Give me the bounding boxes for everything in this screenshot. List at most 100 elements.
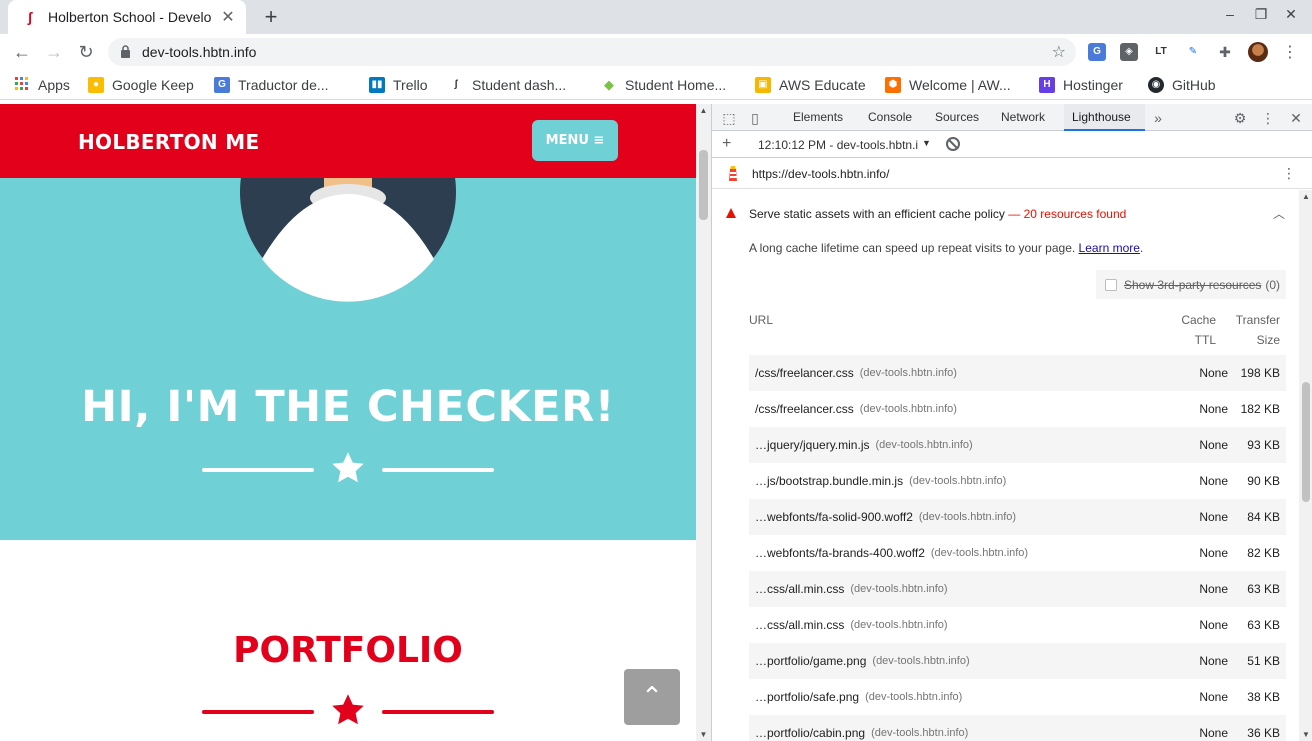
cache-ttl-value: None bbox=[1199, 654, 1228, 668]
resource-url: …webfonts/fa-brands-400.woff2 bbox=[755, 546, 925, 560]
scroll-up-arrow-icon[interactable]: ▲ bbox=[1299, 192, 1312, 201]
devtools-scrollbar[interactable]: ▲ ▼ bbox=[1299, 190, 1312, 741]
back-arrow-icon[interactable]: ← bbox=[10, 40, 34, 64]
chevron-up-icon[interactable]: ︿ bbox=[1273, 205, 1285, 222]
bookmark-translate[interactable]: G Traductor de... bbox=[214, 75, 329, 95]
url-text: dev-tools.hbtn.info bbox=[142, 44, 257, 60]
table-row[interactable]: …css/all.min.css (dev-tools.hbtn.info) Non… bbox=[749, 607, 1286, 643]
lighthouse-url-bar: https://dev-tools.hbtn.info/ ⋮ bbox=[712, 159, 1312, 189]
more-tabs-icon[interactable]: » bbox=[1149, 109, 1167, 127]
resource-url: …jquery/jquery.min.js bbox=[755, 438, 870, 452]
transfer-size-value: 84 KB bbox=[1247, 510, 1280, 524]
bookmark-welcome-aws[interactable]: ⬢ Welcome | AW... bbox=[885, 75, 1011, 95]
hero-title: HI, I'M THE CHECKER! bbox=[81, 382, 615, 432]
third-party-checkbox[interactable] bbox=[1105, 278, 1117, 291]
reload-icon[interactable]: ↻ bbox=[74, 40, 98, 64]
restore-button[interactable]: ❐ bbox=[1251, 6, 1271, 23]
settings-gear-icon[interactable]: ⚙ bbox=[1231, 109, 1249, 127]
translate-extension-icon[interactable]: G bbox=[1088, 43, 1106, 61]
report-menu-icon[interactable]: ⋮ bbox=[1282, 165, 1296, 182]
transfer-size-value: 90 KB bbox=[1247, 474, 1280, 488]
browser-menu-icon[interactable]: ⋮ bbox=[1282, 42, 1298, 62]
aws-orange-icon: ⬢ bbox=[885, 77, 901, 93]
table-row[interactable]: /css/freelancer.css (dev-tools.hbtn.info)… bbox=[749, 391, 1286, 427]
new-report-icon[interactable]: + bbox=[722, 135, 731, 153]
third-party-label: Show 3rd-party resources bbox=[1124, 277, 1262, 292]
table-row[interactable]: /css/freelancer.css (dev-tools.hbtn.info)… bbox=[749, 355, 1286, 391]
menu-button[interactable]: MENU ≡ bbox=[532, 120, 618, 161]
lighthouse-toolbar: + 12:10:12 PM - dev-tools.hbtn.i ▼ bbox=[712, 132, 1312, 158]
third-party-filter[interactable]: Show 3rd-party resources (0) bbox=[1096, 270, 1286, 299]
inspect-element-icon[interactable]: ⬚ bbox=[720, 109, 738, 127]
devtools-scroll-thumb[interactable] bbox=[1302, 382, 1310, 502]
cache-ttl-value: None bbox=[1199, 474, 1228, 488]
bookmark-google-keep[interactable]: ● Google Keep bbox=[88, 75, 194, 95]
apps-grid-icon bbox=[14, 77, 30, 93]
table-row[interactable]: …portfolio/game.png (dev-tools.hbtn.info)… bbox=[749, 643, 1286, 679]
page-scrollbar[interactable]: ▲ ▼ bbox=[696, 104, 711, 741]
table-row[interactable]: …portfolio/safe.png (dev-tools.hbtn.info)… bbox=[749, 679, 1286, 715]
shield-extension-icon[interactable]: ◈ bbox=[1120, 43, 1138, 61]
divider-line bbox=[202, 468, 314, 472]
scroll-down-arrow-icon[interactable]: ▼ bbox=[696, 730, 711, 739]
diamond-icon: ◆ bbox=[604, 77, 614, 92]
address-bar[interactable]: dev-tools.hbtn.info ☆ bbox=[108, 38, 1076, 66]
bookmark-trello[interactable]: ▮▮ Trello bbox=[369, 75, 428, 95]
bookmark-aws-educate[interactable]: ▣ AWS Educate bbox=[755, 75, 866, 95]
new-tab-button[interactable]: + bbox=[258, 4, 284, 30]
bookmark-apps[interactable]: Apps bbox=[14, 75, 70, 95]
header-ttl: TTL bbox=[1194, 333, 1216, 347]
divider-line bbox=[202, 710, 314, 714]
chevron-down-icon[interactable]: ▼ bbox=[922, 138, 931, 148]
bookmark-student-home[interactable]: ◆ Student Home... bbox=[601, 75, 726, 95]
scroll-to-top-button[interactable]: ⌃ bbox=[624, 669, 680, 725]
resource-url: …portfolio/cabin.png bbox=[755, 726, 866, 740]
bookmark-github[interactable]: ◉ GitHub bbox=[1148, 75, 1216, 95]
window-close-button[interactable]: ✕ bbox=[1281, 6, 1301, 23]
audit-header[interactable]: Serve static assets with an efficient ca… bbox=[712, 206, 1299, 226]
table-row[interactable]: …portfolio/cabin.png (dev-tools.hbtn.info… bbox=[749, 715, 1286, 741]
devtools-close-icon[interactable]: ✕ bbox=[1287, 109, 1305, 127]
resource-host: (dev-tools.hbtn.info) bbox=[918, 511, 1017, 523]
bookmark-hostinger[interactable]: H Hostinger bbox=[1039, 75, 1123, 95]
bookmark-student-dash[interactable]: ʃ Student dash... bbox=[448, 75, 566, 95]
tab-sources[interactable]: Sources bbox=[927, 104, 987, 131]
tab-console[interactable]: Console bbox=[860, 104, 920, 131]
bookmark-star-icon[interactable]: ☆ bbox=[1052, 42, 1066, 62]
puzzle-extensions-icon[interactable]: ✚ bbox=[1216, 43, 1234, 61]
devtools-menu-icon[interactable]: ⋮ bbox=[1259, 109, 1277, 127]
table-row[interactable]: …webfonts/fa-brands-400.woff2 (dev-tools.… bbox=[749, 535, 1286, 571]
forward-arrow-icon[interactable]: → bbox=[42, 40, 66, 64]
audit-separator: — bbox=[1008, 207, 1021, 221]
report-selector[interactable]: 12:10:12 PM - dev-tools.hbtn.i bbox=[758, 138, 918, 152]
browser-tab[interactable]: ʃ Holberton School - Develo ✕ bbox=[8, 0, 246, 34]
tab-elements[interactable]: Elements bbox=[785, 104, 851, 131]
pen-extension-icon[interactable]: ✎ bbox=[1184, 43, 1202, 61]
scroll-down-arrow-icon[interactable]: ▼ bbox=[1299, 730, 1312, 739]
profile-avatar[interactable] bbox=[1248, 42, 1268, 62]
scroll-up-arrow-icon[interactable]: ▲ bbox=[696, 106, 711, 115]
table-row[interactable]: …jquery/jquery.min.js (dev-tools.hbtn.inf… bbox=[749, 427, 1286, 463]
minimize-button[interactable]: – bbox=[1220, 6, 1240, 22]
resource-host: (dev-tools.hbtn.info) bbox=[859, 403, 957, 415]
lt-extension-icon[interactable]: LT bbox=[1152, 43, 1170, 61]
table-row[interactable]: …css/all.min.css (dev-tools.hbtn.info) Non… bbox=[749, 571, 1286, 607]
table-row[interactable]: …webfonts/fa-solid-900.woff2 (dev-tools.h… bbox=[749, 499, 1286, 535]
divider-line bbox=[382, 468, 494, 472]
devtools-panel: ⬚ ▯ Elements Console Sources Network Lig… bbox=[711, 104, 1312, 741]
table-row[interactable]: …js/bootstrap.bundle.min.js (dev-tools.hb… bbox=[749, 463, 1286, 499]
tab-network[interactable]: Network bbox=[993, 104, 1053, 131]
clear-reports-icon[interactable] bbox=[946, 137, 960, 151]
learn-more-link[interactable]: Learn more bbox=[1079, 241, 1140, 255]
device-toolbar-icon[interactable]: ▯ bbox=[746, 109, 764, 127]
cache-policy-audit: Serve static assets with an efficient ca… bbox=[712, 190, 1299, 741]
tab-lighthouse[interactable]: Lighthouse bbox=[1064, 104, 1145, 131]
resource-url: /css/freelancer.css bbox=[755, 402, 854, 416]
cache-ttl-value: None bbox=[1199, 438, 1228, 452]
cache-ttl-value: None bbox=[1199, 618, 1228, 632]
site-brand-link[interactable]: HOLBERTON ME bbox=[78, 130, 259, 154]
description-text: A long cache lifetime can speed up repea… bbox=[749, 241, 1076, 255]
tab-close-icon[interactable]: ✕ bbox=[220, 7, 236, 27]
cache-ttl-value: None bbox=[1199, 690, 1228, 704]
page-scroll-thumb[interactable] bbox=[699, 150, 708, 220]
